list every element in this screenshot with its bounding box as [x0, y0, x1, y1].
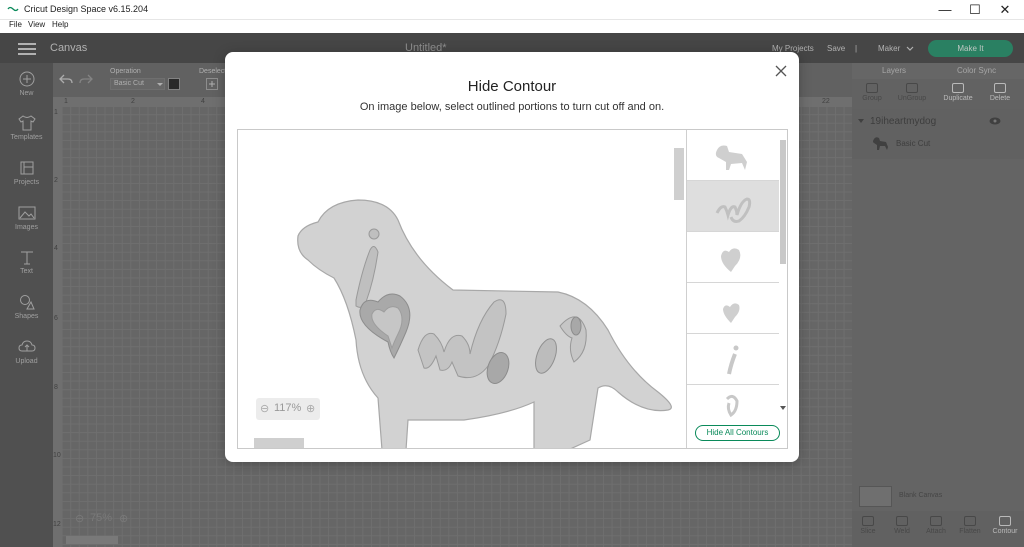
- letter-g-thumbnail-icon: [725, 394, 739, 418]
- image-zoom-control[interactable]: ⊖ 117% ⊕: [256, 398, 320, 420]
- minimize-button[interactable]: —: [930, 0, 960, 20]
- hide-contour-dialog: Hide Contour On image below, select outl…: [225, 52, 799, 462]
- app-logo-icon: [7, 6, 19, 12]
- window-title-bar: Cricut Design Space v6.15.204 — ☐ ✕: [0, 0, 1024, 20]
- dialog-subtitle: On image below, select outlined portions…: [359, 101, 665, 113]
- thumbnail-heart-inner[interactable]: [687, 283, 779, 334]
- heart-thumbnail-icon: [723, 303, 740, 323]
- window-title: Cricut Design Space v6.15.204: [24, 4, 149, 14]
- letter-i-dot-contour[interactable]: [368, 228, 380, 240]
- thumbnail-dog[interactable]: [687, 130, 779, 181]
- contour-image-pane[interactable]: ⊖ 117% ⊕: [238, 130, 686, 448]
- menu-help[interactable]: Help: [52, 20, 68, 29]
- thumbnail-scrollbar-thumb[interactable]: [780, 140, 786, 264]
- heart-thumbnail-icon: [721, 248, 741, 272]
- thumbnail-letter-i[interactable]: [687, 334, 779, 385]
- image-zoom-value: 117%: [274, 402, 302, 414]
- window-close-button[interactable]: ✕: [990, 0, 1020, 20]
- thumbnail-letter-g[interactable]: [687, 385, 779, 425]
- thumbnail-heart-outer[interactable]: [687, 232, 779, 283]
- dog-thumbnail-icon: [715, 145, 747, 170]
- contour-thumbnails: Hide All Contours: [686, 130, 787, 448]
- dialog-close-button[interactable]: [773, 64, 789, 80]
- menu-file[interactable]: File: [9, 20, 22, 29]
- menu-view[interactable]: View: [28, 20, 45, 29]
- image-horizontal-scrollbar-thumb[interactable]: [254, 438, 304, 448]
- letter-g-inner-contour[interactable]: [570, 316, 582, 336]
- hide-all-contours-button[interactable]: Hide All Contours: [695, 425, 780, 441]
- thumbnail-my[interactable]: [687, 181, 779, 232]
- zoom-out-icon[interactable]: ⊖: [260, 402, 269, 415]
- contour-viewer: ⊖ 117% ⊕ Hide All Contours: [237, 129, 788, 449]
- zoom-in-icon[interactable]: ⊕: [306, 402, 315, 415]
- dialog-title: Hide Contour: [467, 78, 557, 95]
- letter-i-thumbnail-icon: [727, 345, 739, 375]
- image-vertical-scrollbar-thumb[interactable]: [674, 148, 684, 200]
- word-my-thumbnail-icon: [715, 197, 752, 223]
- maximize-button[interactable]: ☐: [960, 0, 990, 20]
- menu-bar: File View Help: [0, 20, 1024, 33]
- scroll-down-arrow-icon[interactable]: [780, 406, 786, 411]
- close-icon: [775, 65, 787, 77]
